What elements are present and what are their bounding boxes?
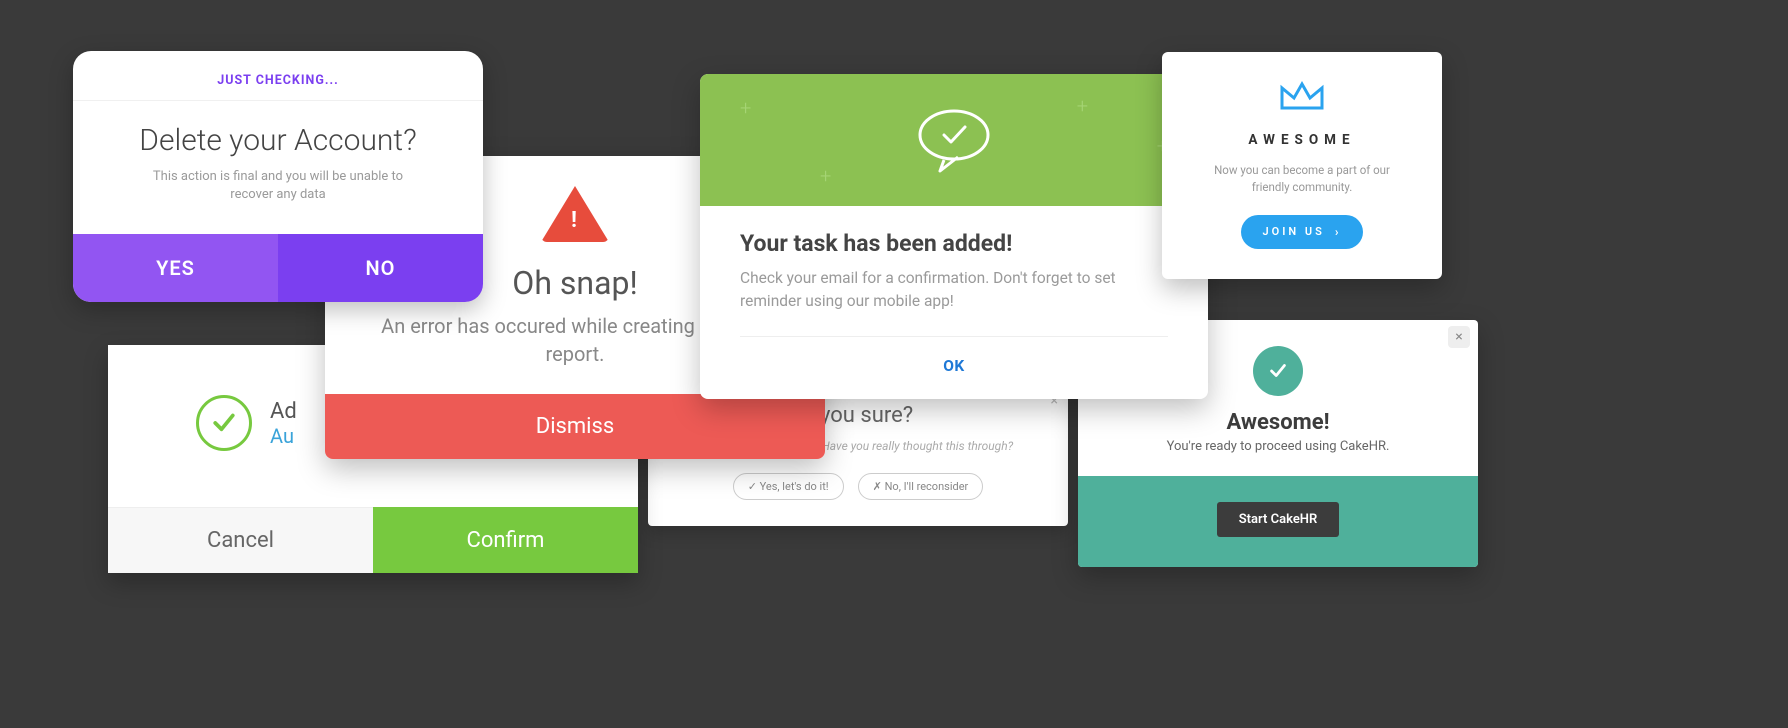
task-header: + + + + [700,74,1208,206]
confirm-line1: Ad [270,399,297,424]
confirm-line2: Au [270,424,297,448]
crown-icon [1280,80,1324,112]
check-icon [196,395,252,451]
success-check-icon [1253,346,1303,396]
cake-title: Awesome! [1078,410,1478,435]
ok-button[interactable]: OK [700,337,1208,399]
delete-tag: JUST CHECKING... [73,51,483,101]
join-us-dialog: AWESOME Now you can become a part of our… [1162,52,1442,279]
plus-decoration-icon: + [740,96,751,120]
delete-title: Delete your Account? [73,101,483,168]
task-added-dialog: + + + + Your task has been added! Check … [700,74,1208,399]
delete-account-dialog: JUST CHECKING... Delete your Account? Th… [73,51,483,302]
start-cakehr-button[interactable]: Start CakeHR [1217,502,1340,537]
dismiss-button[interactable]: Dismiss [325,394,825,459]
no-pill-button[interactable]: ✗ No, I'll reconsider [858,473,984,500]
no-button[interactable]: NO [278,234,483,302]
yes-pill-button[interactable]: ✓ Yes, let's do it! [733,473,844,500]
speech-check-icon [913,105,995,175]
join-title: AWESOME [1182,132,1422,162]
yes-button[interactable]: YES [73,234,278,302]
task-title: Your task has been added! [700,206,1208,267]
confirm-button[interactable]: Confirm [373,507,638,573]
plus-decoration-icon: + [820,164,831,188]
task-body: Check your email for a confirmation. Don… [700,267,1208,336]
join-us-button[interactable]: JOIN US › [1241,215,1364,249]
delete-subtitle: This action is final and you will be una… [73,168,483,234]
join-button-label: JOIN US [1263,225,1325,238]
cancel-button[interactable]: Cancel [108,507,373,573]
plus-decoration-icon: + [1077,94,1088,118]
chevron-right-icon: › [1335,225,1342,239]
close-icon[interactable]: × [1448,326,1470,348]
warning-icon: ! [541,186,609,242]
join-body: Now you can become a part of our friendl… [1182,162,1422,215]
